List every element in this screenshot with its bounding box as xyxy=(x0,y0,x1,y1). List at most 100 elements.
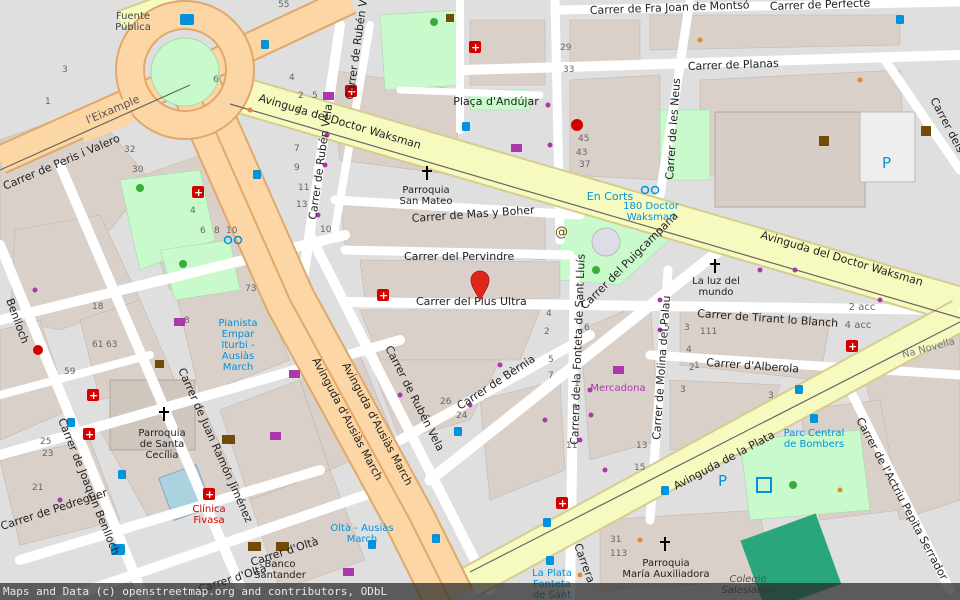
house-number: 5 xyxy=(548,355,554,365)
house-number: 8 xyxy=(214,226,220,236)
house-number: 7 xyxy=(548,371,554,381)
house-number: 1 xyxy=(694,361,700,371)
bus-stop-icon xyxy=(661,486,669,495)
medical-icon xyxy=(33,345,43,355)
svg-text:+: + xyxy=(194,186,203,199)
svg-text:+: + xyxy=(89,389,98,402)
house-number: 55 xyxy=(278,0,289,10)
house-number: 4 xyxy=(289,73,295,83)
pharmacy-icon: + xyxy=(469,41,481,54)
large-building xyxy=(714,111,866,208)
place-label: Clínica Fivasa xyxy=(192,503,225,526)
house-number: 6 xyxy=(200,226,206,236)
place-label: Plaça d'Andújar xyxy=(453,95,539,108)
bus-stop-icon xyxy=(261,40,269,49)
svg-text:+: + xyxy=(205,488,214,501)
house-number: 29 xyxy=(560,43,572,53)
pharmacy-icon: + xyxy=(192,186,204,199)
bus-stop-icon xyxy=(432,534,440,543)
bus-stop-icon xyxy=(543,518,551,527)
street-label: Carrer del Plus Ultra xyxy=(416,295,527,308)
place-label: Parroquia de Santa Cecília xyxy=(138,428,185,461)
house-number: 21 xyxy=(32,483,43,493)
house-number: 18 xyxy=(92,302,104,312)
place-label: La luz del mundo xyxy=(692,276,740,298)
house-number: 30 xyxy=(132,165,144,175)
house-number: 10 xyxy=(320,225,332,235)
svg-text:+: + xyxy=(471,41,480,54)
cafe-icon xyxy=(446,14,454,22)
pharmacy-icon: + xyxy=(83,428,95,441)
place-label: Parc Central de Bombers xyxy=(784,428,845,450)
house-number: 3 xyxy=(680,385,686,395)
place-label: 2 acc xyxy=(849,302,876,313)
playground-icon xyxy=(592,266,600,274)
house-number: 37 xyxy=(579,160,590,170)
parking-icon: P xyxy=(718,472,727,490)
house-number: 9 xyxy=(294,163,300,173)
house-number: 4 xyxy=(686,345,692,355)
house-number: 13 xyxy=(636,441,647,451)
bus-stop-icon xyxy=(810,414,818,423)
bus-stop-icon xyxy=(454,427,462,436)
house-number: 3 xyxy=(294,108,300,118)
tourism-icon xyxy=(921,126,931,136)
house-number: 24 xyxy=(456,411,468,421)
svg-text:+: + xyxy=(558,497,567,510)
place-label: 180 Doctor Waksman xyxy=(623,201,680,223)
bank-icon xyxy=(222,435,235,444)
map-canvas[interactable]: + + + + + + + + + @ P P Avinguda del Doc… xyxy=(0,0,960,600)
house-number: 1 xyxy=(574,379,580,389)
house-number: 3 xyxy=(684,323,690,333)
medical-icon xyxy=(571,119,583,131)
shopping-cart-icon xyxy=(343,568,354,576)
bus-stop-icon xyxy=(462,122,470,131)
house-number: 59 xyxy=(64,367,76,377)
house-number: 4 xyxy=(190,206,196,216)
shopping-cart-icon xyxy=(270,432,281,440)
parking-icon: P xyxy=(882,154,891,172)
house-number: 1 xyxy=(45,97,51,107)
svg-text:+: + xyxy=(848,340,857,353)
pharmacy-icon: + xyxy=(846,340,858,353)
house-number: 113 xyxy=(610,549,627,559)
street-label: Carrer del Pervindre xyxy=(404,250,514,263)
email-icon: @ xyxy=(555,225,568,240)
house-number: 13 xyxy=(296,200,307,210)
pharmacy-icon: + xyxy=(377,289,389,302)
house-number: 6 xyxy=(584,323,590,333)
house-number: 111 xyxy=(700,327,717,337)
shopping-cart-icon xyxy=(613,366,624,374)
place-label: Pianista Empar Iturbi -Ausiàs March xyxy=(218,318,257,373)
house-number: 6 xyxy=(213,75,219,85)
bus-stop-icon xyxy=(546,556,554,565)
place-label: Mercadona xyxy=(590,383,645,394)
bank-icon xyxy=(248,542,261,551)
house-number: 3 xyxy=(62,65,68,75)
place-label: Fuente Pública xyxy=(115,11,151,33)
house-number: 10 xyxy=(226,226,238,236)
house-number: 15 xyxy=(634,463,645,473)
tourism-icon xyxy=(819,136,829,146)
house-number: 8 xyxy=(184,316,190,326)
house-number: 2 xyxy=(544,327,550,337)
place-label: 4 acc xyxy=(845,320,872,331)
house-number: 32 xyxy=(124,145,135,155)
house-number: 26 xyxy=(440,397,452,407)
house-number: 7 xyxy=(294,144,300,154)
place-label: Parroquia San Mateo xyxy=(400,185,453,207)
house-number: 73 xyxy=(245,284,256,294)
house-number: 9 xyxy=(572,403,578,413)
playground-icon xyxy=(179,260,187,268)
house-number: 43 xyxy=(576,148,587,158)
shopping-cart-icon xyxy=(511,144,522,152)
pharmacy-icon: + xyxy=(556,497,568,510)
shopping-cart-icon xyxy=(323,92,334,100)
house-number: 11 xyxy=(298,183,309,193)
svg-text:+: + xyxy=(379,289,388,302)
bus-stop-icon xyxy=(795,385,803,394)
house-number: 5 xyxy=(664,323,670,333)
house-number: 5 xyxy=(312,91,318,101)
house-number: 63 xyxy=(106,340,117,350)
playground-icon xyxy=(789,481,797,489)
